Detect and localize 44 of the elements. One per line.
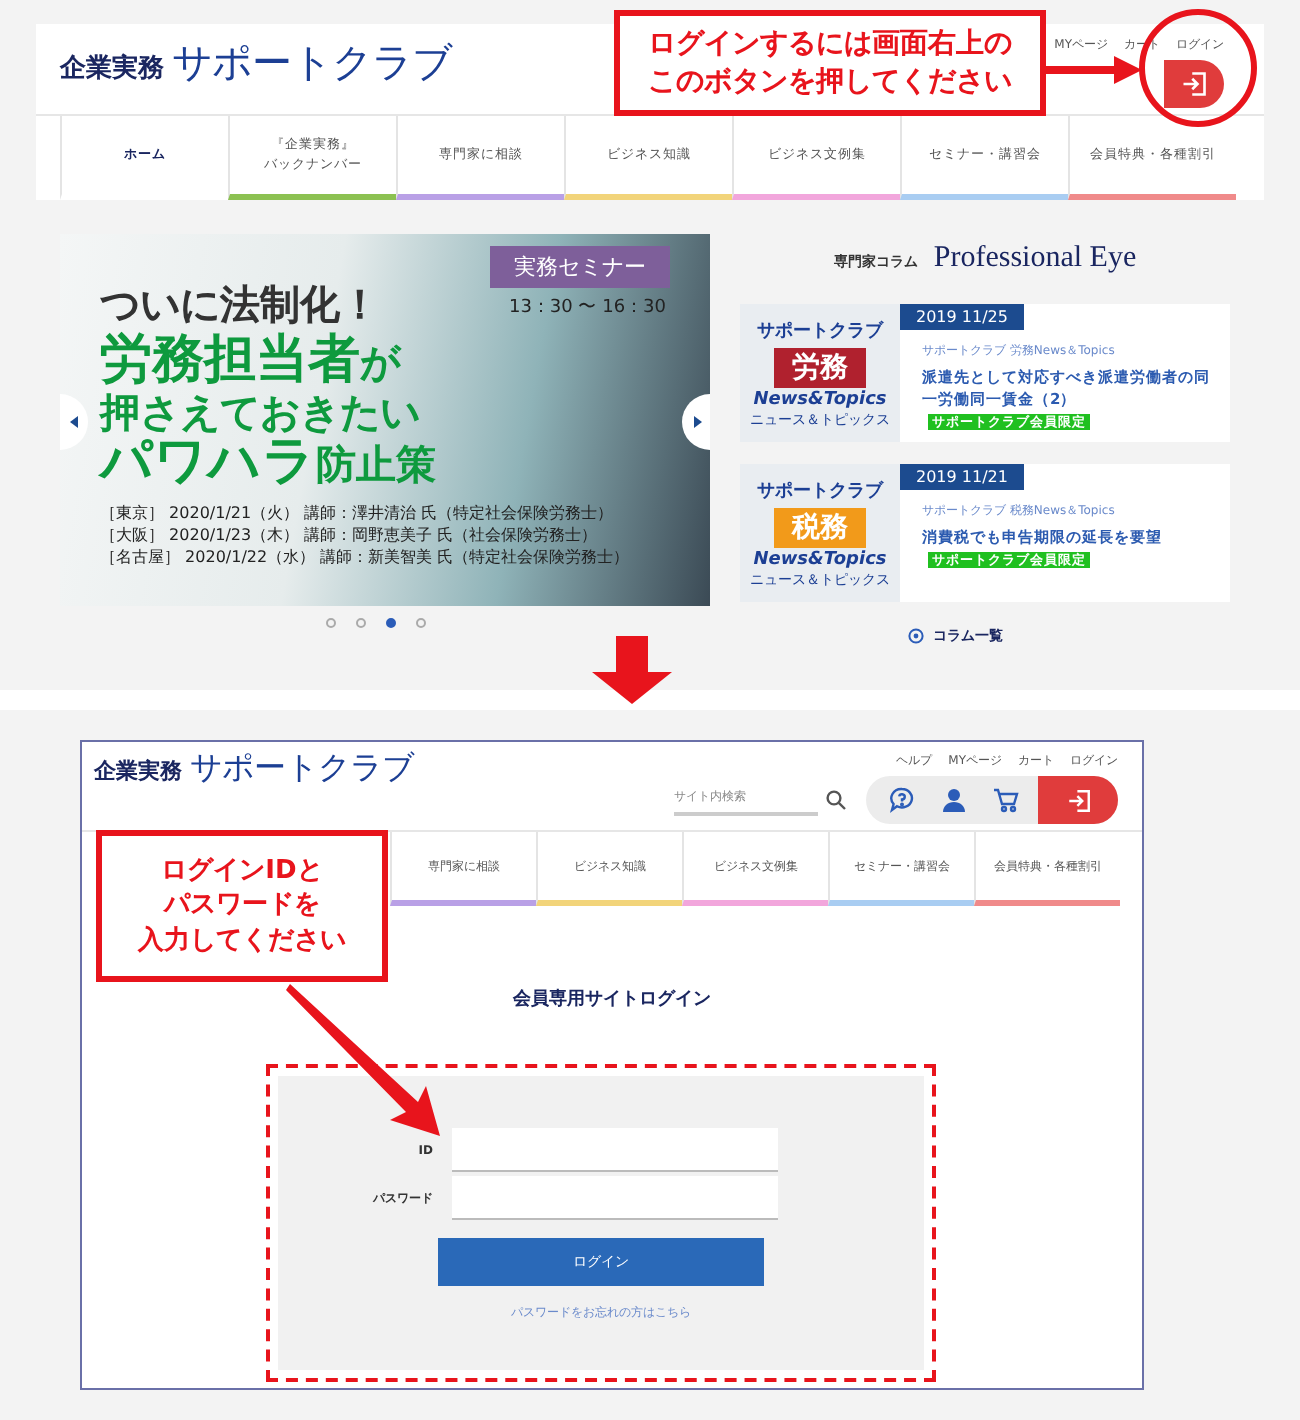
seminar-tag: 実務セミナー [490, 246, 670, 288]
carousel-dot[interactable] [356, 618, 366, 628]
search-icon [826, 790, 846, 810]
banner-headline: ついに法制化！ [100, 278, 380, 332]
login-icon [1065, 787, 1091, 813]
date-badge: 2019 11/21 [900, 464, 1024, 490]
left-triangle-icon [69, 416, 79, 428]
circle-icon [907, 628, 923, 644]
input-field[interactable] [451, 1176, 777, 1220]
logo[interactable]: サポートクラブ [190, 748, 414, 790]
thumbnail-logo: News&Topics [753, 392, 887, 410]
logo-text: 企業実務 [60, 51, 164, 86]
banner-headline: 労務担当者が [100, 332, 400, 390]
carousel-dot[interactable] [416, 618, 426, 628]
down-arrow [592, 636, 672, 704]
instruction-callout: ログインするには画面右上の このボタンを押してください [614, 10, 1046, 116]
logo[interactable]: サポートクラブ [172, 36, 452, 90]
logo-text: 企業実務 [94, 756, 182, 786]
carousel-dot[interactable] [386, 618, 396, 628]
thumbnail-logo: News&Topics [753, 552, 887, 570]
schedule-text: ［東京］ 2020/1/21（火） 講師：澤井清治 氏（特定社会保険労務士） [100, 502, 616, 525]
instruction-callout: ログインIDと パスワードを 入力してください [96, 830, 388, 982]
banner-headline: 押さえておきたい [100, 389, 420, 434]
next-button[interactable] [682, 394, 710, 450]
date-badge: 2019 11/25 [900, 304, 1024, 330]
schedule-text: ［大阪］ 2020/1/23（木） 講師：岡野恵美子 氏（社会保険労務士） [100, 524, 600, 547]
section-title: Professional Eye [933, 242, 1137, 276]
thumbnail-topic: 労務 [774, 348, 866, 388]
login-icon [1180, 70, 1208, 98]
login-button[interactable] [1164, 60, 1224, 108]
banner-headline: パワハラ防止策 [100, 433, 436, 491]
thumbnail-brand: サポートクラブ [757, 318, 883, 344]
login-button[interactable] [1038, 776, 1118, 824]
page-title: 会員専用サイトログイン [511, 986, 713, 1012]
highlight-circle [1138, 8, 1258, 128]
carousel-dot[interactable] [326, 618, 336, 628]
thumbnail-brand: サポートクラブ [757, 478, 883, 504]
right-triangle-icon [691, 416, 701, 428]
time-text: 13：30 〜 16：30 [508, 296, 666, 320]
schedule-text: ［名古屋］ 2020/1/22（水） 講師：新美智美 氏（特定社会保険労務士） [100, 546, 632, 569]
thumbnail-topic: 税務 [774, 508, 866, 548]
pointer-arrow [1046, 56, 1142, 84]
input-field[interactable] [451, 1128, 777, 1172]
previous-button[interactable] [60, 394, 88, 450]
